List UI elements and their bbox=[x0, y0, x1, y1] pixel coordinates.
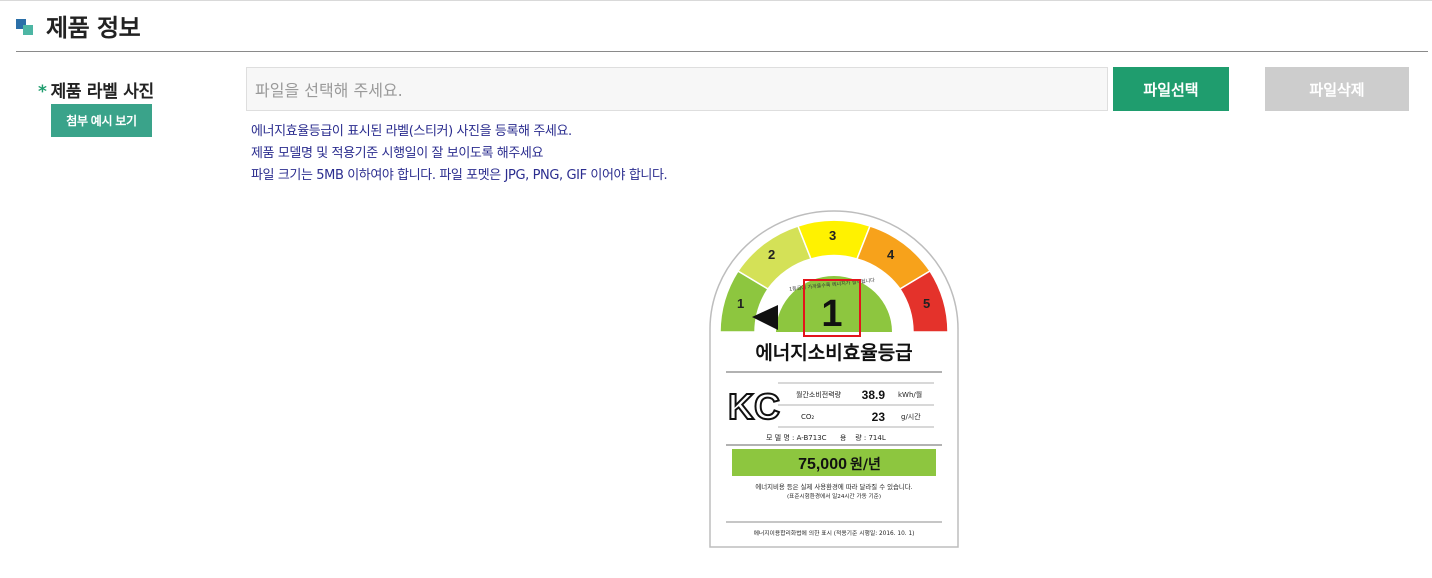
spec-name: CO₂ bbox=[801, 413, 814, 421]
cost-unit: 원/년 bbox=[850, 457, 881, 473]
section-bullet-icon bbox=[16, 15, 36, 35]
guide-line: 파일 크기는 5MB 이하여야 합니다. 파일 포멧은 JPG, PNG, GI… bbox=[251, 168, 668, 183]
required-mark: * bbox=[38, 82, 47, 102]
cost-value: 75,000 bbox=[798, 456, 847, 473]
field-label-text: 제품 라벨 사진 bbox=[50, 82, 155, 102]
guide-line: 에너지효율등급이 표시된 라벨(스티커) 사진을 등록해 주세요. bbox=[251, 124, 572, 139]
section-divider bbox=[16, 51, 1428, 52]
guide-text: 에너지효율등급이 표시된 라벨(스티커) 사진을 등록해 주세요. 제품 모델명… bbox=[251, 121, 668, 187]
section-header: 제품 정보 bbox=[16, 10, 141, 42]
spec-value: 23 bbox=[872, 410, 886, 424]
delete-file-button[interactable]: 파일삭제 bbox=[1265, 67, 1409, 111]
section-title: 제품 정보 bbox=[46, 13, 141, 42]
label-note: 에너지비용 등은 실제 사용환경에 따라 달라질 수 있습니다. bbox=[755, 482, 912, 491]
energy-label-example-image: 1 2 3 4 5 1등급에 가까울수록 에너지가 절약됩니다 1 에너지소비효… bbox=[709, 210, 959, 548]
kc-mark-icon: KC bbox=[728, 386, 780, 427]
label-title: 에너지소비효율등급 bbox=[755, 342, 912, 364]
file-input-placeholder: 파일을 선택해 주세요. bbox=[255, 81, 403, 100]
label-note: (표준시험환경에서 일24시간 가동 기준) bbox=[787, 492, 881, 500]
grade-number: 2 bbox=[768, 247, 775, 262]
guide-line: 제품 모델명 및 적용기준 시행일이 잘 보이도록 해주세요 bbox=[251, 146, 544, 161]
top-border bbox=[0, 0, 1432, 1]
file-path-input[interactable]: 파일을 선택해 주세요. bbox=[246, 67, 1108, 111]
grade-number: 3 bbox=[829, 228, 836, 243]
label-footer: 에너지이용합리화법에 의한 표시 (적용기준 시행일: 2016. 10. 1) bbox=[754, 529, 915, 537]
grade-big-number: 1 bbox=[821, 293, 842, 335]
grade-number: 1 bbox=[737, 296, 744, 311]
view-example-button[interactable]: 첨부 예시 보기 bbox=[51, 104, 152, 137]
spec-name: 월간소비전력량 bbox=[796, 390, 842, 399]
select-file-button[interactable]: 파일선택 bbox=[1113, 67, 1229, 111]
model-info: 모 델 명 : A-B713C 용 량 : 714L bbox=[766, 433, 886, 442]
spec-unit: kWh/월 bbox=[898, 390, 922, 399]
grade-number: 5 bbox=[923, 296, 930, 311]
grade-number: 4 bbox=[887, 247, 895, 262]
spec-unit: g/시간 bbox=[901, 412, 921, 421]
field-label: * 제품 라벨 사진 bbox=[38, 77, 154, 102]
spec-value: 38.9 bbox=[862, 388, 886, 402]
